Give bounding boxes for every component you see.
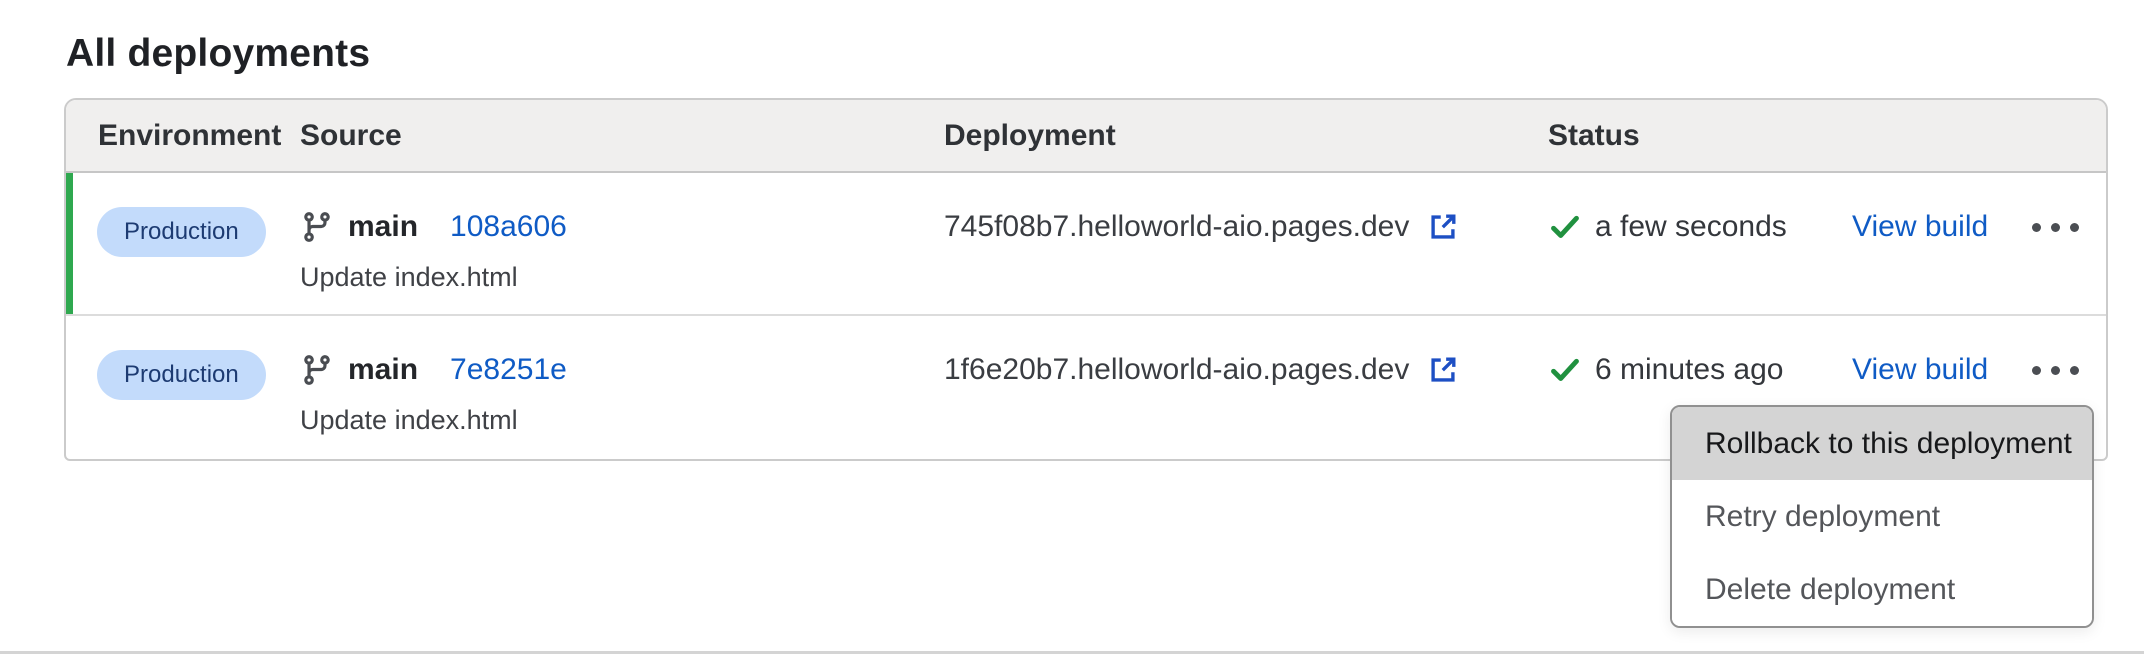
commit-link[interactable]: 7e8251e (450, 353, 567, 387)
menu-item-rollback[interactable]: Rollback to this deployment (1672, 407, 2092, 480)
page-divider (0, 651, 2144, 654)
deployment-url: 745f08b7.helloworld-aio.pages.dev (944, 210, 1409, 244)
environment-badge: Production (97, 350, 266, 400)
branch-name: main (348, 353, 418, 387)
menu-item-retry[interactable]: Retry deployment (1672, 480, 2092, 553)
git-branch-icon (300, 353, 334, 387)
check-icon (1548, 353, 1582, 387)
view-build-link[interactable]: View build (1852, 210, 1988, 244)
git-branch-icon (300, 210, 334, 244)
header-status: Status (1548, 119, 1852, 153)
deployment-context-menu: Rollback to this deployment Retry deploy… (1670, 405, 2094, 628)
header-deployment: Deployment (944, 119, 1548, 153)
deployment-url: 1f6e20b7.helloworld-aio.pages.dev (944, 353, 1409, 387)
view-build-link[interactable]: View build (1852, 353, 1988, 387)
header-source: Source (300, 119, 944, 153)
ellipsis-icon[interactable] (2030, 217, 2081, 238)
commit-message: Update index.html (300, 404, 944, 436)
deployment-row: Production main 108a606 Update index.htm… (66, 173, 2106, 316)
header-environment: Environment (66, 119, 300, 153)
status-time: 6 minutes ago (1595, 353, 1783, 387)
commit-link[interactable]: 108a606 (450, 210, 567, 244)
external-link-icon[interactable] (1425, 352, 1461, 388)
table-header-row: Environment Source Deployment Status (66, 100, 2106, 173)
page-title: All deployments (66, 30, 370, 78)
status-time: a few seconds (1595, 210, 1787, 244)
ellipsis-icon[interactable] (2030, 360, 2081, 381)
environment-badge: Production (97, 207, 266, 257)
deployments-page: All deployments Environment Source Deplo… (0, 0, 2144, 662)
menu-item-delete[interactable]: Delete deployment (1672, 553, 2092, 626)
commit-message: Update index.html (300, 261, 944, 293)
branch-name: main (348, 210, 418, 244)
check-icon (1548, 210, 1582, 244)
external-link-icon[interactable] (1425, 209, 1461, 245)
